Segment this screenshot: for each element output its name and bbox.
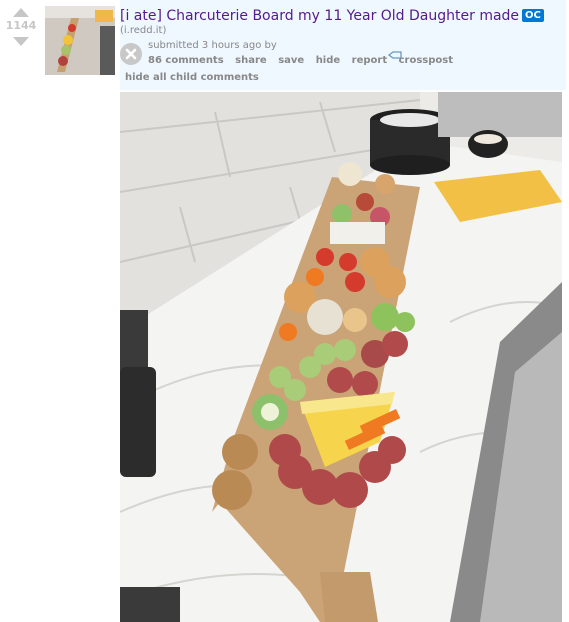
score: 1144	[5, 19, 37, 32]
downvote-arrow-icon	[13, 36, 29, 46]
report-button[interactable]: report	[352, 55, 387, 66]
thumbnail-image	[45, 6, 115, 75]
tagline: submitted 3 hours ago by	[148, 40, 277, 51]
hide-post-button[interactable]	[120, 43, 142, 65]
save-button[interactable]: save	[278, 55, 304, 66]
downvote-button[interactable]	[0, 34, 42, 46]
close-x-icon	[125, 48, 137, 60]
hide-child-comments-button[interactable]: hide all child comments	[125, 72, 259, 83]
tagline-text: submitted 3 hours ago by	[148, 40, 277, 51]
vote-column: 1144	[0, 6, 42, 46]
hide-button[interactable]: hide	[316, 55, 341, 66]
post-thumbnail[interactable]	[45, 6, 115, 75]
comments-button[interactable]: 86 comments	[148, 55, 224, 66]
share-button[interactable]: share	[235, 55, 267, 66]
oc-flair: OC	[522, 9, 544, 22]
post-title[interactable]: [i ate] Charcuterie Board my 11 Year Old…	[120, 8, 519, 24]
post-buttons: 86 comments share save hide report cross…	[148, 55, 461, 66]
post-entry: [i ate] Charcuterie Board my 11 Year Old…	[120, 0, 566, 90]
upvote-button[interactable]	[0, 6, 42, 18]
title-line: [i ate] Charcuterie Board my 11 Year Old…	[120, 5, 544, 24]
charcuterie-photo	[120, 92, 562, 622]
upvote-arrow-icon	[13, 7, 29, 17]
crosspost-button[interactable]: crosspost	[399, 55, 453, 66]
post-image[interactable]	[120, 92, 562, 622]
post-domain[interactable]: (i.redd.it)	[120, 25, 166, 36]
